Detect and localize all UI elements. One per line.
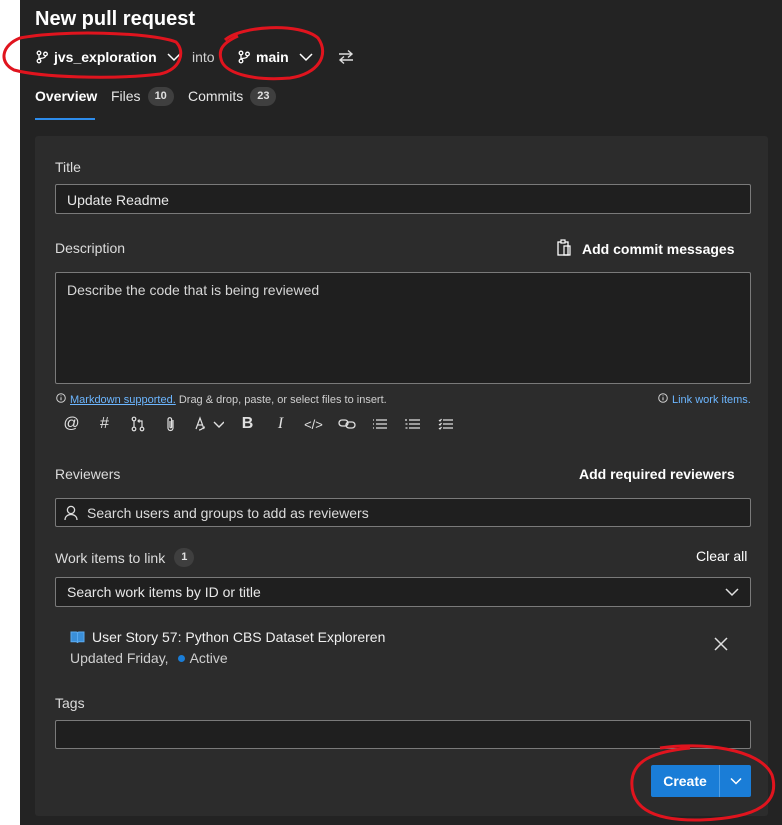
branch-icon [35, 50, 49, 64]
tab-overview[interactable]: Overview [35, 88, 98, 120]
chevron-down-icon [167, 52, 181, 62]
state-dot [177, 654, 185, 662]
title-input[interactable]: Update Readme [55, 184, 751, 214]
description-placeholder: Describe the code that is being reviewed [67, 282, 320, 298]
code-icon[interactable]: </> [297, 413, 330, 435]
chevron-down-icon [299, 52, 313, 62]
work-item-card: User Story 57: Python CBS Dataset Explor… [70, 627, 740, 671]
link-work-items-link[interactable]: Link work items. [658, 393, 751, 406]
link-work-items-label: Link work items. [672, 393, 751, 406]
work-items-header: Work items to link 1 [55, 548, 195, 567]
add-commit-messages-label: Add commit messages [582, 241, 735, 257]
work-items-search-dropdown[interactable]: Search work items by ID or title [55, 577, 751, 607]
page-title: New pull request [35, 8, 196, 30]
markdown-hint: Markdown supported. Drag & drop, paste, … [56, 393, 387, 406]
hashtag-icon[interactable]: # [88, 413, 121, 435]
work-item-title[interactable]: User Story 57: Python CBS Dataset Explor… [92, 629, 385, 645]
markdown-hint-text: Drag & drop, paste, or select files to i… [175, 393, 387, 406]
work-item-updated: Updated Friday, [70, 650, 169, 666]
work-items-label: Work items to link [55, 549, 166, 566]
clear-all-button[interactable]: Clear all [696, 548, 747, 564]
tab-bar: Overview Files 10 Commits 23 [35, 87, 435, 120]
create-button[interactable]: Create [651, 765, 751, 797]
chevron-down-icon[interactable] [720, 765, 751, 797]
branch-icon [237, 50, 251, 64]
source-branch-dropdown[interactable]: jvs_exploration [35, 44, 181, 70]
checklist-icon[interactable] [429, 413, 462, 435]
info-icon [658, 393, 668, 406]
tab-label: Commits [188, 88, 244, 104]
tags-label: Tags [55, 695, 85, 711]
numbered-list-icon[interactable] [396, 413, 429, 435]
description-textarea[interactable]: Describe the code that is being reviewed [55, 272, 751, 384]
add-required-reviewers-label: Add required reviewers [579, 466, 735, 482]
tab-label: Files [111, 88, 141, 104]
tags-input[interactable] [55, 720, 751, 749]
add-required-reviewers-button[interactable]: Add required reviewers [579, 466, 735, 482]
person-icon [64, 505, 78, 521]
title-label: Title [55, 159, 81, 175]
tab-commits[interactable]: Commits 23 [188, 87, 277, 120]
attachment-icon[interactable] [154, 413, 187, 435]
remove-work-item-close-icon[interactable] [714, 637, 728, 656]
info-icon [56, 393, 66, 406]
tab-label: Overview [35, 88, 98, 104]
book-icon [70, 631, 85, 644]
italic-icon[interactable]: I [264, 413, 297, 435]
work-item-state: Active [189, 650, 228, 666]
clipboard-icon [556, 239, 572, 259]
formatting-toolbar: @ # B I </> [55, 413, 462, 435]
commits-count-badge: 23 [250, 87, 277, 106]
description-label: Description [55, 240, 126, 256]
mention-icon[interactable]: @ [55, 413, 88, 435]
into-label: into [192, 49, 215, 65]
title-value: Update Readme [67, 192, 169, 208]
source-branch-name: jvs_exploration [54, 49, 157, 65]
work-items-count-badge: 1 [174, 548, 195, 567]
bulleted-list-icon[interactable] [363, 413, 396, 435]
swap-arrows-icon[interactable] [337, 49, 355, 70]
reviewers-placeholder: Search users and groups to add as review… [87, 504, 369, 521]
reviewers-label: Reviewers [55, 466, 121, 482]
tab-files[interactable]: Files 10 [111, 87, 174, 120]
work-items-placeholder: Search work items by ID or title [67, 584, 261, 600]
reviewers-search-input[interactable]: Search users and groups to add as review… [55, 498, 751, 527]
work-item-status-row: Updated Friday, Active [70, 650, 228, 666]
files-count-badge: 10 [147, 87, 174, 106]
target-branch-dropdown[interactable]: main [237, 44, 313, 70]
active-tab-indicator [35, 118, 95, 120]
branch-selector-row: jvs_exploration into main [35, 44, 365, 70]
add-commit-messages-button[interactable]: Add commit messages [556, 239, 735, 259]
markdown-supported-link[interactable]: Markdown supported. [70, 394, 176, 406]
bold-icon[interactable]: B [231, 413, 264, 435]
target-branch-name: main [256, 49, 289, 65]
clear-all-label: Clear all [696, 548, 748, 564]
pull-request-icon[interactable] [121, 413, 154, 435]
chevron-down-icon [725, 587, 739, 597]
link-icon[interactable] [330, 413, 363, 435]
create-button-label: Create [663, 773, 707, 789]
work-item-title-row: User Story 57: Python CBS Dataset Explor… [70, 629, 385, 645]
format-icon[interactable] [187, 413, 231, 435]
